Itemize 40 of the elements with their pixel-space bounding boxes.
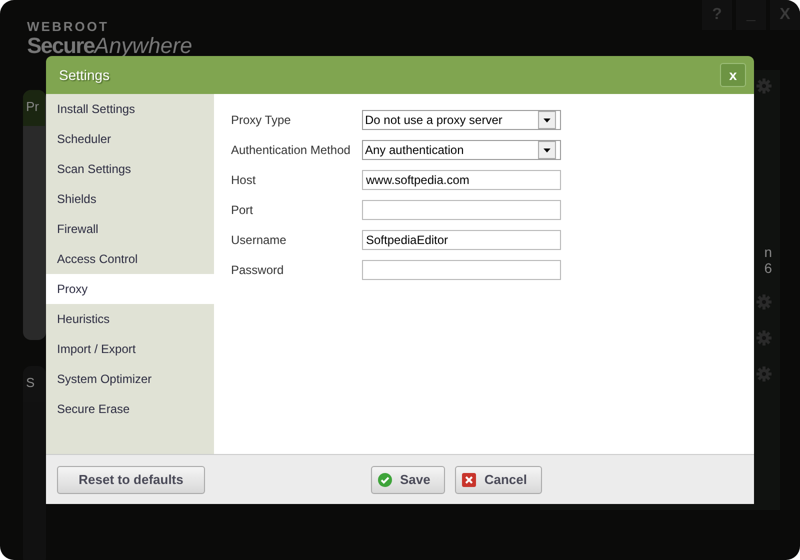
side-text: n bbox=[764, 244, 772, 260]
gear-icon[interactable] bbox=[756, 366, 772, 382]
sidebar-item[interactable]: Import / Export bbox=[46, 334, 214, 364]
input-field[interactable]: www.softpedia.com bbox=[362, 170, 561, 190]
field-label: Password bbox=[231, 262, 285, 279]
field-label: Proxy Type bbox=[231, 112, 292, 129]
input-field[interactable] bbox=[362, 200, 561, 220]
sidebar-item[interactable]: Secure Erase bbox=[46, 394, 214, 424]
side-text: 6 bbox=[764, 260, 772, 276]
sidebar-item[interactable]: System Optimizer bbox=[46, 364, 214, 394]
gear-icon[interactable] bbox=[756, 330, 772, 346]
panel-title: Pr bbox=[23, 90, 45, 126]
gear-icon[interactable] bbox=[756, 78, 772, 94]
field-label: Username bbox=[231, 232, 288, 249]
sidebar-item[interactable]: Firewall bbox=[46, 214, 214, 244]
close-icon bbox=[462, 472, 476, 486]
dropdown[interactable]: Any authentication bbox=[362, 140, 561, 160]
sidebar-item[interactable]: Heuristics bbox=[46, 304, 214, 334]
sidebar-item[interactable]: Shields bbox=[46, 184, 214, 214]
sidebar-item[interactable]: Scan Settings bbox=[46, 154, 214, 184]
sidebar-item[interactable]: Access Control bbox=[46, 244, 214, 274]
reset-button[interactable]: Reset to defaults bbox=[57, 466, 205, 494]
save-button[interactable]: Save bbox=[371, 466, 446, 494]
sidebar-item[interactable]: Proxy bbox=[46, 274, 214, 304]
close-button[interactable]: x bbox=[720, 63, 746, 87]
product-name: Anywhere bbox=[94, 34, 192, 58]
dialog-title: Settings bbox=[59, 67, 110, 83]
gear-icon[interactable] bbox=[756, 294, 772, 310]
dropdown[interactable]: Do not use a proxy server bbox=[362, 110, 561, 130]
field-label: Port bbox=[231, 202, 254, 219]
field-label: Host bbox=[231, 172, 257, 189]
brand-wordmark: WEBROOT bbox=[27, 20, 110, 34]
sidebar-item[interactable]: Install Settings bbox=[46, 94, 214, 124]
input-field[interactable] bbox=[362, 260, 561, 280]
product-name: Secure bbox=[27, 34, 94, 58]
input-field[interactable]: SoftpediaEditor bbox=[362, 230, 561, 250]
sidebar-item[interactable]: Scheduler bbox=[46, 124, 214, 154]
cancel-button[interactable]: Cancel bbox=[455, 466, 542, 494]
check-icon bbox=[378, 472, 392, 486]
field-label: Authentication Method bbox=[231, 142, 352, 159]
